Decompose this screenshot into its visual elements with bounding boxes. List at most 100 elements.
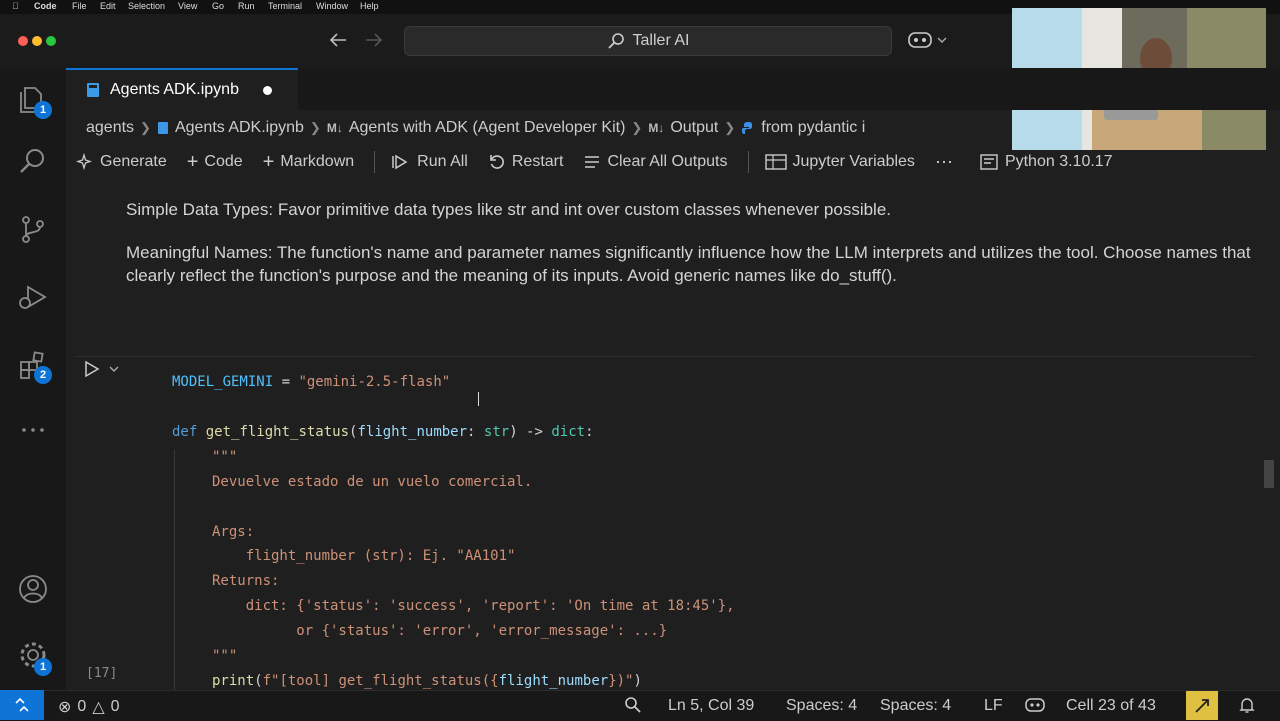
kernel-label: Python 3.10.17: [1004, 153, 1113, 170]
chevron-right-icon: ❯: [140, 120, 151, 135]
code-token: print: [212, 673, 255, 689]
restart-icon: [490, 155, 504, 169]
restart-button[interactable]: Restart: [488, 153, 564, 171]
breadcrumb-item-heading[interactable]: Agents with ADK (Agent Developer Kit): [349, 119, 626, 137]
menu-view[interactable]: View: [178, 1, 197, 11]
command-center-label: Taller AI: [632, 32, 690, 49]
code-token: =: [273, 374, 299, 390]
source-control-icon[interactable]: [18, 214, 48, 244]
generate-button[interactable]: Generate: [76, 153, 167, 171]
toolbar-divider: [374, 151, 376, 173]
menu-help[interactable]: Help: [360, 1, 379, 11]
execution-count: [17]: [86, 666, 118, 681]
kernel-picker[interactable]: Python 3.10.17: [979, 153, 1113, 171]
code-line[interactable]: """: [212, 648, 237, 664]
unsaved-dot-icon[interactable]: [262, 85, 272, 95]
more-actions-icon[interactable]: ⋯: [935, 152, 953, 173]
run-all-label: Run All: [417, 153, 468, 170]
remote-icon: [15, 697, 29, 712]
menu-edit[interactable]: Edit: [100, 1, 116, 11]
markdown-heading-icon: M↓: [648, 121, 665, 135]
breadcrumb-item-agents[interactable]: agents: [86, 119, 134, 137]
kernel-icon: [980, 154, 998, 170]
menu-go[interactable]: Go: [212, 1, 224, 11]
end-of-line-selector[interactable]: LF: [984, 697, 1003, 715]
generate-label: Generate: [100, 153, 167, 170]
maximize-window-button[interactable]: [46, 36, 56, 46]
indent-guide: [174, 450, 175, 690]
search-icon[interactable]: [18, 146, 48, 176]
copilot-status-icon[interactable]: [1024, 696, 1046, 714]
bell-icon[interactable]: [1238, 696, 1256, 714]
code-line[interactable]: or {'status': 'error', 'error_message': …: [212, 623, 667, 639]
code-label: Code: [204, 153, 243, 170]
menu-window[interactable]: Window: [316, 1, 348, 11]
plus-icon: +: [262, 150, 275, 173]
warning-icon: △: [92, 699, 105, 716]
broadcast-icon: [1195, 698, 1209, 713]
editor-scrollbar-thumb[interactable]: [1264, 460, 1274, 488]
breadcrumb-item-output[interactable]: Output: [670, 119, 718, 137]
code-line[interactable]: Args:: [212, 524, 254, 540]
chevron-right-icon: ❯: [309, 120, 321, 135]
add-code-cell-button[interactable]: + Code: [187, 151, 243, 174]
markdown-heading-icon: M↓: [326, 121, 343, 135]
run-and-debug-icon[interactable]: [18, 282, 48, 312]
run-all-button[interactable]: Run All: [391, 153, 468, 171]
menu-app-name[interactable]: Code: [34, 1, 57, 11]
code-line[interactable]: """: [212, 449, 237, 465]
minimize-window-button[interactable]: [32, 36, 42, 46]
restart-label: Restart: [511, 153, 564, 170]
code-line[interactable]: flight_number (str): Ej. "AA101": [212, 548, 516, 564]
code-line[interactable]: dict: {'status': 'success', 'report': 'O…: [212, 598, 735, 614]
forward-arrow-icon[interactable]: [364, 32, 384, 48]
run-cell-button[interactable]: [84, 360, 124, 378]
code-token: str: [483, 424, 510, 440]
close-window-button[interactable]: [18, 36, 28, 46]
markdown-paragraph: Simple Data Types: Favor primitive data …: [126, 200, 892, 219]
code-token: flight_number: [357, 424, 468, 440]
code-token: get_flight_status: [205, 424, 350, 440]
problems-indicator[interactable]: ⊗ 0 △ 0: [58, 697, 120, 717]
command-center-search[interactable]: Taller AI: [404, 26, 892, 56]
code-line[interactable]: MODEL_GEMINI = "gemini-2.5-flash": [172, 374, 450, 390]
settings-badge: 1: [34, 658, 52, 676]
tab-title: Agents ADK.ipynb: [110, 81, 239, 98]
clear-all-outputs-button[interactable]: Clear All Outputs: [583, 153, 728, 171]
menu-selection[interactable]: Selection: [128, 1, 165, 11]
run-all-icon: [392, 154, 408, 170]
cursor-position[interactable]: Ln 5, Col 39: [668, 697, 754, 715]
python-icon: [742, 122, 753, 134]
zoom-icon[interactable]: [624, 696, 642, 714]
remote-indicator-button[interactable]: [0, 690, 44, 720]
account-icon[interactable]: [18, 574, 48, 604]
code-line[interactable]: Returns:: [212, 573, 279, 589]
tab-agents-adk-ipynb[interactable]: Agents ADK.ipynb: [66, 68, 298, 110]
error-icon: ⊗: [58, 699, 72, 716]
menu-terminal[interactable]: Terminal: [268, 1, 302, 11]
more-icon[interactable]: [18, 420, 48, 450]
breadcrumb-item-code[interactable]: from pydantic i: [761, 119, 865, 137]
cell-indicator[interactable]: Cell 23 of 43: [1066, 697, 1156, 715]
add-markdown-cell-button[interactable]: + Markdown: [263, 151, 355, 174]
back-arrow-icon[interactable]: [328, 32, 348, 48]
extension-status-button[interactable]: [1186, 691, 1218, 720]
explorer-badge: 1: [34, 101, 52, 119]
indentation-selector[interactable]: Spaces: 4: [880, 697, 951, 715]
breadcrumb: agents ❯ Agents ADK.ipynb ❯ M↓ Agents wi…: [86, 116, 1026, 140]
indentation-selector[interactable]: Spaces: 4: [786, 697, 857, 715]
code-line[interactable]: Devuelve estado de un vuelo comercial.: [212, 474, 532, 490]
code-token: })": [608, 673, 634, 689]
code-line[interactable]: def get_flight_status(flight_number: str…: [172, 424, 594, 440]
copilot-icon[interactable]: [908, 30, 948, 50]
jupyter-variables-button[interactable]: Jupyter Variables: [764, 153, 915, 171]
code-line[interactable]: print(f"[tool] get_flight_status({flight…: [212, 673, 642, 689]
sparkle-icon: [76, 153, 93, 171]
jupyter-variables-label: Jupyter Variables: [792, 153, 915, 170]
breadcrumb-item-notebook[interactable]: Agents ADK.ipynb: [175, 119, 304, 137]
menu-file[interactable]: File: [72, 1, 87, 11]
apple-icon[interactable]: : [12, 1, 19, 11]
mouse-ibeam-cursor: [478, 392, 479, 406]
toolbar-divider: [747, 151, 749, 173]
menu-run[interactable]: Run: [238, 1, 255, 11]
